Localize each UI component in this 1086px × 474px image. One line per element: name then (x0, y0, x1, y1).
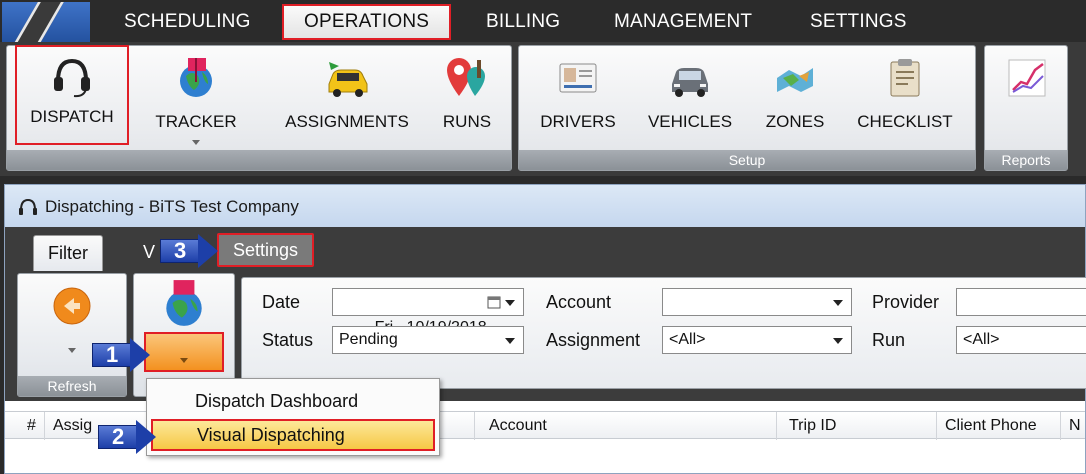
callout-arrow-3: 3 (160, 234, 220, 268)
assignment-select[interactable]: <All> (662, 326, 852, 354)
provider-label: Provider (872, 292, 940, 312)
vehicles-label: VEHICLES (647, 112, 733, 131)
provider-select[interactable] (956, 288, 1086, 316)
tracker-label: TRACKER (155, 112, 237, 131)
group-label-refresh: Refresh (18, 376, 126, 396)
map-zones-icon (777, 68, 813, 92)
globe-flag-icon[interactable] (161, 278, 207, 328)
group-label-reports: Reports (985, 150, 1067, 170)
group-label-empty (7, 150, 511, 170)
visual-dispatch-menu: Dispatch Dashboard Visual Dispatching (146, 378, 440, 456)
road-logo-icon (6, 2, 68, 42)
window-title: Dispatching - BiTS Test Company (45, 197, 299, 216)
chevron-down-icon (833, 300, 843, 306)
run-label: Run (872, 330, 906, 350)
top-menu-bar: SCHEDULING OPERATIONS BILLING MANAGEMENT… (0, 0, 1086, 42)
account-select[interactable] (662, 288, 852, 316)
headset-small-icon (19, 198, 37, 215)
column-n[interactable]: N (1061, 412, 1086, 440)
tab-settings[interactable]: Settings (217, 233, 315, 267)
column-trip-id[interactable]: Trip ID (777, 412, 937, 440)
callout-number: 2 (112, 424, 125, 449)
calendar-icon[interactable] (487, 295, 501, 309)
menu-item-visual-dispatching[interactable]: Visual Dispatching (151, 419, 435, 451)
menu-billing[interactable]: BILLING (486, 4, 560, 40)
ribbon-group-setup: DRIVERS VEHICLES ZONES CHECKLIST Setup (518, 45, 976, 171)
assignments-button[interactable]: ASSIGNMENTS (275, 52, 419, 152)
globe-flag-icon (180, 58, 212, 97)
checklist-button[interactable]: CHECKLIST (845, 52, 965, 152)
app-logo (2, 2, 90, 42)
zones-label: ZONES (765, 112, 825, 131)
menu-operations[interactable]: OPERATIONS (282, 4, 452, 40)
assignments-label: ASSIGNMENTS (285, 112, 409, 131)
status-label: Status (262, 330, 314, 350)
filter-fields: Date Fri 10/19/2018 Status Pending Accou… (241, 277, 1086, 389)
visual-dispatch-dropdown-button[interactable] (144, 332, 224, 372)
column-client-phone[interactable]: Client Phone (937, 412, 1061, 440)
date-label: Date (262, 292, 301, 312)
date-field[interactable]: Fri 10/19/2018 (332, 288, 524, 336)
status-select[interactable]: Pending (332, 326, 524, 354)
chevron-down-icon[interactable] (68, 348, 76, 353)
column-account[interactable]: Account (475, 412, 777, 440)
run-select[interactable]: <All> (956, 326, 1086, 354)
tracker-button[interactable]: TRACKER (145, 52, 247, 152)
vehicles-button[interactable]: VEHICLES (635, 52, 745, 152)
callout-number: 3 (174, 238, 187, 263)
taxi-icon (328, 62, 368, 97)
menu-item-dispatch-dashboard[interactable]: Dispatch Dashboard (151, 385, 435, 417)
runs-button[interactable]: RUNS (431, 52, 503, 152)
callout-number: 1 (106, 342, 119, 367)
line-chart-icon (1008, 59, 1046, 97)
chevron-down-icon[interactable] (192, 140, 200, 145)
chevron-down-icon (180, 358, 188, 363)
menu-settings[interactable]: SETTINGS (810, 4, 907, 40)
id-card-icon (559, 63, 597, 93)
chevron-down-icon (833, 338, 843, 344)
reports-button[interactable] (991, 52, 1063, 152)
window-titlebar: Dispatching - BiTS Test Company (5, 185, 1085, 227)
status-value: Pending (339, 331, 398, 348)
chevron-down-icon[interactable] (505, 300, 515, 306)
car-icon (672, 68, 708, 97)
account-label: Account (546, 292, 612, 312)
dispatch-label: DISPATCH (30, 107, 114, 126)
operations-ribbon: DISPATCH TRACKER ASSIGNMENTS RUNS DRIVER… (0, 42, 1086, 176)
assignment-value: <All> (669, 331, 706, 348)
callout-arrow-1: 1 (92, 338, 152, 372)
map-pin-icon (447, 58, 485, 96)
assignment-label: Assignment (546, 330, 641, 350)
refresh-group: Refresh (17, 273, 127, 397)
runs-label: RUNS (442, 112, 492, 131)
zones-button[interactable]: ZONES (753, 52, 837, 152)
ribbon-group-reports: Reports (984, 45, 1068, 171)
tab-filter[interactable]: Filter (33, 235, 103, 271)
refresh-icon[interactable] (50, 284, 94, 328)
ribbon-group-operations: DISPATCH TRACKER ASSIGNMENTS RUNS (6, 45, 512, 171)
headset-icon (54, 58, 90, 98)
dispatch-button[interactable]: DISPATCH (15, 45, 129, 145)
drivers-label: DRIVERS (540, 112, 616, 131)
checklist-label: CHECKLIST (857, 112, 953, 131)
menu-management[interactable]: MANAGEMENT (614, 4, 752, 40)
run-value: <All> (963, 331, 1000, 348)
menu-scheduling[interactable]: SCHEDULING (124, 4, 251, 40)
clipboard-icon (890, 59, 920, 97)
callout-arrow-2: 2 (98, 420, 158, 454)
chevron-down-icon (505, 338, 515, 344)
column-number[interactable]: # (5, 412, 45, 440)
drivers-button[interactable]: DRIVERS (529, 52, 627, 152)
group-label-setup: Setup (519, 150, 975, 170)
